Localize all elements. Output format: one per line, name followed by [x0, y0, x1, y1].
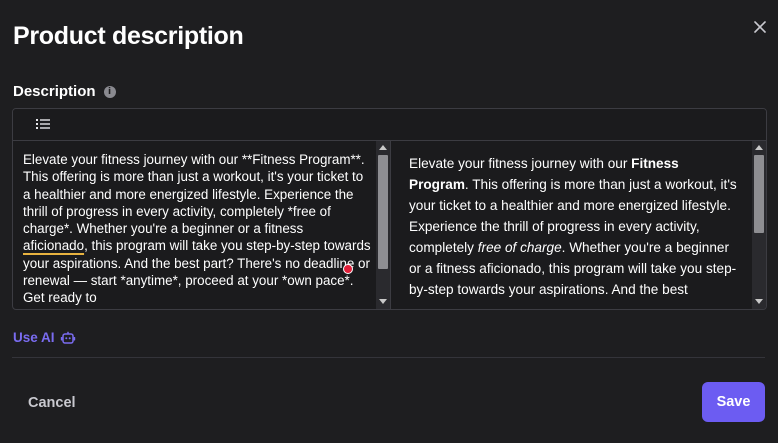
preview-pane: Elevate your fitness journey with our Fi…	[391, 141, 766, 309]
markdown-textarea[interactable]: Elevate your fitness journey with our **…	[23, 151, 371, 307]
preview-text-part: Elevate your fitness journey with our	[409, 156, 632, 171]
source-scrollbar[interactable]	[376, 141, 390, 309]
unordered-list-icon[interactable]	[35, 117, 51, 131]
save-button[interactable]: Save	[702, 382, 765, 422]
markdown-source-pane[interactable]: Elevate your fitness journey with our **…	[13, 141, 391, 309]
robot-icon	[60, 331, 75, 344]
source-text-part: Elevate your fitness journey with our **…	[23, 152, 369, 237]
spellcheck-underlined-word[interactable]: aficionado	[23, 238, 84, 253]
scroll-up-arrow-icon[interactable]	[755, 145, 763, 150]
info-icon[interactable]: i	[103, 85, 116, 98]
description-label-row: Description i	[13, 83, 116, 100]
preview-italic-text: free of charge	[477, 240, 562, 255]
scroll-up-arrow-icon[interactable]	[379, 145, 387, 150]
description-editor: Elevate your fitness journey with our **…	[12, 108, 767, 310]
description-label: Description	[13, 83, 96, 100]
dialog-title: Product description	[13, 22, 244, 50]
scroll-down-arrow-icon[interactable]	[755, 299, 763, 304]
cancel-button[interactable]: Cancel	[13, 386, 91, 420]
scroll-down-arrow-icon[interactable]	[379, 299, 387, 304]
grammar-marker-dot[interactable]	[343, 264, 353, 274]
close-icon[interactable]	[751, 18, 769, 36]
footer-divider	[12, 357, 765, 358]
preview-scrollbar[interactable]	[752, 141, 766, 309]
scrollbar-thumb[interactable]	[754, 155, 764, 233]
preview-text: Elevate your fitness journey with our Fi…	[409, 153, 739, 300]
scrollbar-thumb[interactable]	[378, 155, 388, 269]
use-ai-label: Use AI	[13, 330, 55, 345]
use-ai-button[interactable]: Use AI	[13, 330, 76, 345]
editor-toolbar	[13, 109, 766, 141]
